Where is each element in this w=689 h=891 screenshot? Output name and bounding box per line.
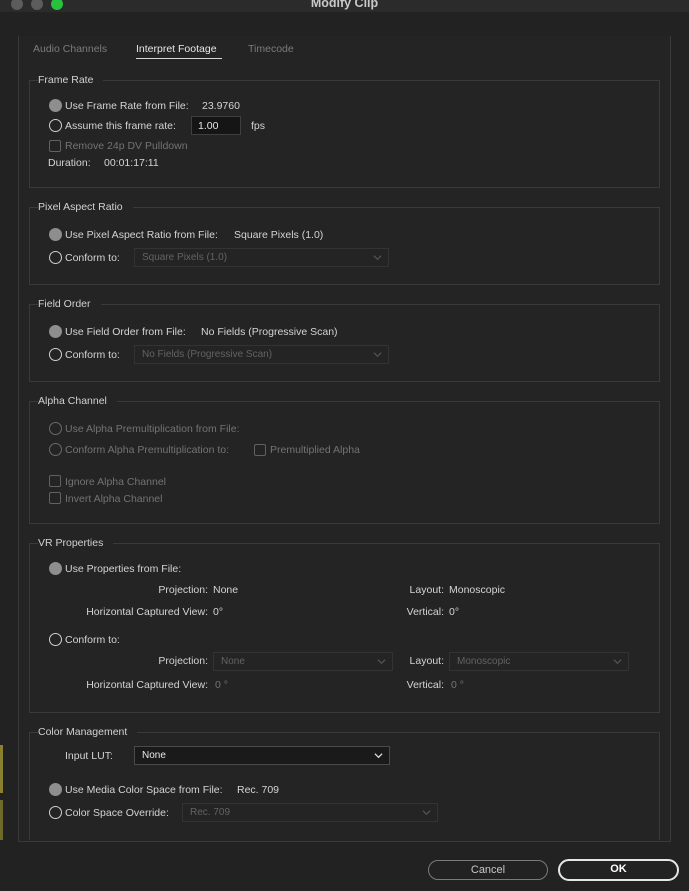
invert-alpha-checkbox[interactable] xyxy=(49,492,61,504)
field-order-from-file-radio[interactable] xyxy=(49,325,62,338)
vr-conform-hcv-label: Horizontal Captured View: xyxy=(86,679,208,691)
input-lut-dropdown[interactable]: None xyxy=(134,746,390,765)
vr-projection-label: Projection: xyxy=(158,584,208,596)
pixel-aspect-conform-label: Conform to: xyxy=(65,252,120,264)
pixel-aspect-section xyxy=(29,207,660,285)
media-color-space-radio[interactable] xyxy=(49,783,62,796)
vr-conform-projection-label: Projection: xyxy=(158,655,208,667)
frame-rate-legend: Frame Rate xyxy=(38,74,104,86)
field-order-from-file-value: No Fields (Progressive Scan) xyxy=(201,326,338,338)
premultiplied-alpha-checkbox[interactable] xyxy=(254,444,266,456)
vr-conform-layout-label: Layout: xyxy=(409,655,444,667)
field-order-from-file-label: Use Field Order from File: xyxy=(65,326,186,338)
alpha-conform-radio[interactable] xyxy=(49,443,62,456)
chevron-down-icon xyxy=(613,659,622,665)
tab-timecode[interactable]: Timecode xyxy=(248,43,294,55)
alpha-channel-legend: Alpha Channel xyxy=(38,395,117,407)
vr-conform-layout-value: Monoscopic xyxy=(457,656,511,667)
input-lut-value: None xyxy=(142,750,166,761)
vr-layout-value: Monoscopic xyxy=(449,584,506,596)
color-management-legend: Color Management xyxy=(38,726,138,738)
background-edge-strip xyxy=(0,800,3,840)
vr-conform-hcv-value[interactable]: 0 ° xyxy=(215,679,228,691)
field-order-legend: Field Order xyxy=(38,298,101,310)
alpha-from-file-label: Use Alpha Premultiplication from File: xyxy=(65,423,240,435)
field-order-section xyxy=(29,304,660,382)
duration-value: 00:01:17:11 xyxy=(104,157,159,169)
invert-alpha-label: Invert Alpha Channel xyxy=(65,493,163,505)
vr-from-file-radio[interactable] xyxy=(49,562,62,575)
vr-conform-vertical-label: Vertical: xyxy=(406,679,444,691)
vr-hcv-value: 0° xyxy=(213,606,224,618)
color-space-override-value: Rec. 709 xyxy=(190,807,231,818)
vr-vertical-value: 0° xyxy=(449,606,460,618)
vr-projection-value: None xyxy=(213,584,239,596)
tab-interpret-footage[interactable]: Interpret Footage xyxy=(136,43,217,55)
field-order-conform-radio[interactable] xyxy=(49,348,62,361)
pixel-aspect-from-file-label: Use Pixel Aspect Ratio from File: xyxy=(65,229,218,241)
frame-rate-from-file-value: 23.9760 xyxy=(202,100,240,112)
premultiplied-alpha-label: Premultiplied Alpha xyxy=(270,444,360,456)
ok-button[interactable]: OK xyxy=(558,859,679,881)
remove-pulldown-label: Remove 24p DV Pulldown xyxy=(65,140,188,152)
pixel-aspect-conform-value: Square Pixels (1.0) xyxy=(142,252,228,263)
frame-rate-unit: fps xyxy=(251,120,266,132)
color-space-override-dropdown[interactable]: Rec. 709 xyxy=(182,803,438,822)
chevron-down-icon xyxy=(373,352,382,358)
chevron-down-icon xyxy=(373,255,382,261)
field-order-conform-value: No Fields (Progressive Scan) xyxy=(142,349,273,360)
media-color-space-label: Use Media Color Space from File: xyxy=(65,784,223,796)
media-color-space-value: Rec. 709 xyxy=(237,784,280,796)
active-tab-indicator xyxy=(136,58,222,59)
duration-label: Duration: xyxy=(48,157,91,169)
vr-conform-layout-dropdown[interactable]: Monoscopic xyxy=(449,652,629,671)
vr-conform-label: Conform to: xyxy=(65,634,120,646)
alpha-conform-label: Conform Alpha Premultiplication to: xyxy=(65,444,229,456)
vr-vertical-label: Vertical: xyxy=(406,606,444,618)
frame-rate-from-file-label: Use Frame Rate from File: xyxy=(65,100,189,112)
field-order-conform-label: Conform to: xyxy=(65,349,120,361)
cancel-button[interactable]: Cancel xyxy=(428,860,548,880)
assume-frame-rate-input[interactable] xyxy=(191,116,241,135)
vr-properties-legend: VR Properties xyxy=(38,537,114,549)
ignore-alpha-label: Ignore Alpha Channel xyxy=(65,476,166,488)
vr-from-file-label: Use Properties from File: xyxy=(65,563,182,575)
color-space-override-radio[interactable] xyxy=(49,806,62,819)
tab-audio-channels[interactable]: Audio Channels xyxy=(33,43,107,55)
color-space-override-label: Color Space Override: xyxy=(65,807,169,819)
input-lut-label: Input LUT: xyxy=(65,750,113,762)
pixel-aspect-legend: Pixel Aspect Ratio xyxy=(38,201,133,213)
alpha-channel-section xyxy=(29,401,660,524)
frame-rate-section xyxy=(29,80,660,188)
ignore-alpha-checkbox[interactable] xyxy=(49,475,61,487)
window-title: Modify Clip xyxy=(310,0,379,10)
background-edge-strip xyxy=(0,745,3,793)
assume-frame-rate-label: Assume this frame rate: xyxy=(65,120,176,132)
vr-hcv-label: Horizontal Captured View: xyxy=(86,606,208,618)
pixel-aspect-from-file-value: Square Pixels (1.0) xyxy=(234,229,324,241)
vr-conform-radio[interactable] xyxy=(49,633,62,646)
remove-pulldown-checkbox[interactable] xyxy=(49,140,61,152)
alpha-from-file-radio[interactable] xyxy=(49,422,62,435)
assume-frame-rate-radio[interactable] xyxy=(49,119,62,132)
pixel-aspect-from-file-radio[interactable] xyxy=(49,228,62,241)
chevron-down-icon xyxy=(422,810,431,816)
frame-rate-from-file-radio[interactable] xyxy=(49,99,62,112)
pixel-aspect-conform-radio[interactable] xyxy=(49,251,62,264)
vr-conform-vertical-value[interactable]: 0 ° xyxy=(451,679,464,691)
chevron-down-icon xyxy=(374,753,383,759)
vr-conform-projection-value: None xyxy=(221,656,245,667)
field-order-conform-dropdown[interactable]: No Fields (Progressive Scan) xyxy=(134,345,389,364)
vr-layout-label: Layout: xyxy=(409,584,444,596)
pixel-aspect-conform-dropdown[interactable]: Square Pixels (1.0) xyxy=(134,248,389,267)
